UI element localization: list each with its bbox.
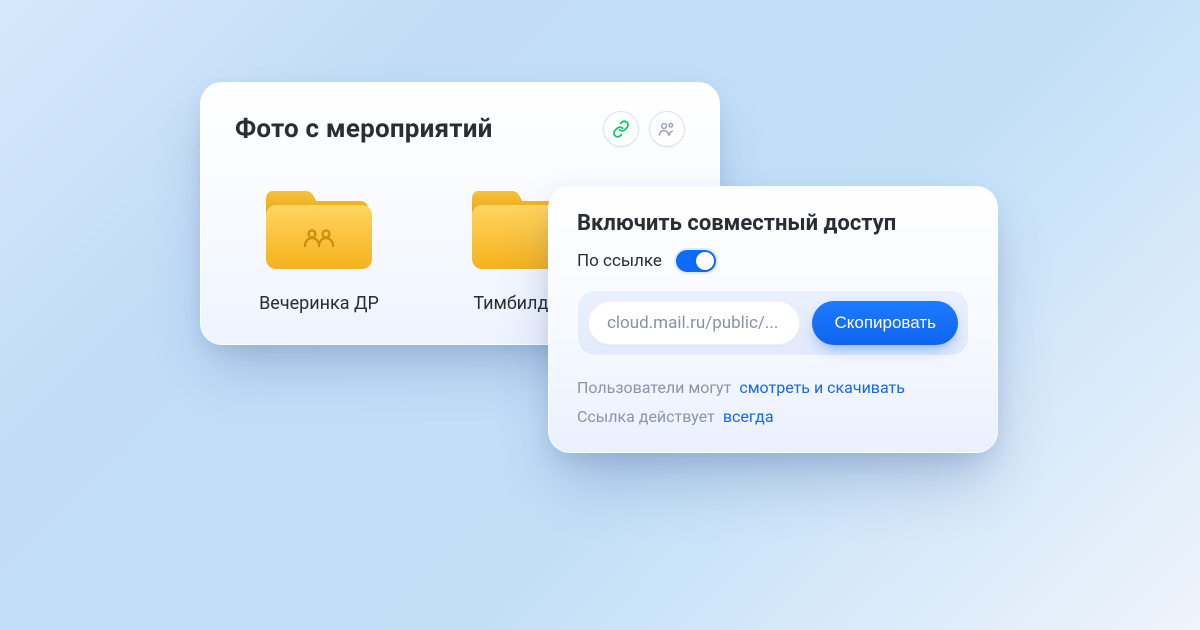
folder-card-actions [603,111,685,147]
expiry-value[interactable]: всегда [723,407,774,426]
permissions-label: Пользователи могут [577,378,731,397]
share-panel: Включить совместный доступ По ссылке clo… [548,186,998,453]
folder-icon [266,183,372,269]
share-by-link-toggle[interactable] [676,250,716,272]
permissions-value[interactable]: смотреть и скачивать [739,378,905,397]
people-add-icon [658,120,676,138]
share-link-field[interactable]: cloud.mail.ru/public/... [588,301,800,345]
folder-item[interactable]: Вечеринка ДР [245,183,393,314]
share-link-copy-row: cloud.mail.ru/public/... Скопировать [577,290,969,356]
folder-card-title: Фото с мероприятий [235,114,493,144]
folder-label: Вечеринка ДР [259,293,379,314]
folder-card-header: Фото с мероприятий [235,111,685,147]
share-by-link-label: По ссылке [577,251,662,271]
link-icon [612,120,630,138]
share-by-link-row: По ссылке [577,250,969,272]
share-link-button[interactable] [603,111,639,147]
share-panel-title: Включить совместный доступ [577,211,969,236]
copy-link-button[interactable]: Скопировать [812,301,958,345]
expiry-label: Ссылка действует [577,407,715,426]
expiry-row: Ссылка действует всегда [577,407,969,426]
permissions-row: Пользователи могут смотреть и скачивать [577,378,969,397]
share-people-button[interactable] [649,111,685,147]
